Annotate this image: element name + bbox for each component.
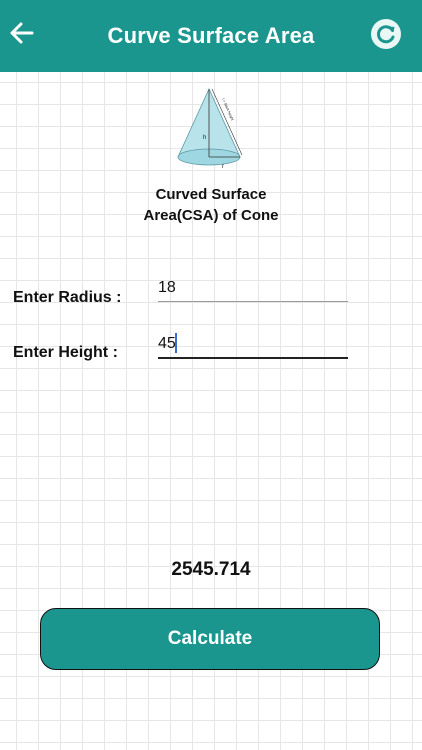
app-bar: Curve Surface Area bbox=[0, 0, 422, 72]
figure-caption-line1: Curved Surface bbox=[155, 186, 267, 203]
cone-slant-label: l = Slant height bbox=[221, 98, 234, 121]
cone-height-label: h bbox=[203, 135, 206, 141]
figure-caption-line2: Area(CSA) of Cone bbox=[143, 207, 279, 224]
figure-caption: Curved Surface Area(CSA) of Cone bbox=[100, 184, 322, 226]
height-label: Enter Height : bbox=[13, 344, 118, 361]
calculate-button[interactable]: Calculate bbox=[40, 608, 380, 670]
cone-illustration: h r l = Slant height bbox=[177, 88, 243, 170]
result-value: 2545.714 bbox=[171, 559, 251, 580]
cone-radius-label: r bbox=[222, 164, 224, 170]
radius-label: Enter Radius : bbox=[13, 289, 122, 306]
radius-input[interactable] bbox=[158, 275, 348, 302]
refresh-button[interactable] bbox=[370, 18, 402, 50]
height-input[interactable] bbox=[158, 331, 348, 359]
refresh-icon bbox=[371, 19, 401, 49]
page-title: Curve Surface Area bbox=[107, 23, 315, 48]
text-caret bbox=[175, 333, 177, 353]
